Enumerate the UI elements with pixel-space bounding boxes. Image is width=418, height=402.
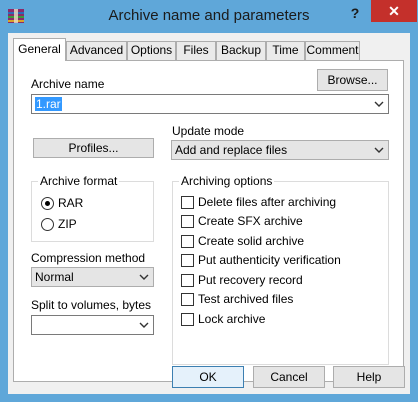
radio-selected-dot [45,201,50,206]
update-mode-label: Update mode [172,124,245,138]
general-tab-panel: Archive name Browse... 1.rar Profiles...… [13,60,404,382]
window-title: Archive name and parameters [108,7,310,24]
checkbox[interactable] [181,235,194,248]
title-bar[interactable]: Archive name and parameters ? ✕ [0,0,418,33]
tab-comment[interactable]: Comment [305,41,360,60]
tab-advanced[interactable]: Advanced [66,41,127,60]
tab-files[interactable]: Files [176,41,216,60]
checkbox[interactable] [181,274,194,287]
profiles-button[interactable]: Profiles... [33,138,154,158]
tab-options[interactable]: Options [127,41,176,60]
radio-zip-label[interactable]: ZIP [58,217,77,231]
checkbox[interactable] [181,313,194,326]
option-label: Test archived files [198,292,294,306]
split-volumes-label: Split to volumes, bytes [31,298,152,312]
radio-zip[interactable] [41,218,54,231]
checkbox[interactable] [181,215,194,228]
option-label: Put recovery record [198,273,303,287]
chevron-down-icon[interactable] [374,99,384,109]
chevron-down-icon[interactable] [374,145,384,155]
option-label: Delete files after archiving [198,195,337,209]
option-label: Put authenticity verification [198,253,341,267]
split-volumes-combobox[interactable] [31,315,154,335]
dialog-client-area: General Advanced Options Files Backup Ti… [8,33,410,394]
archive-name-value: 1.rar [35,97,62,111]
browse-button[interactable]: Browse... [317,69,388,91]
option-label: Create solid archive [198,234,305,248]
checkbox[interactable] [181,293,194,306]
winrar-app-icon [8,9,24,23]
checkbox[interactable] [181,196,194,209]
help-question-icon[interactable]: ? [344,3,366,23]
chevron-down-icon[interactable] [139,272,149,282]
archive-format-title: Archive format [38,174,120,188]
tab-backup[interactable]: Backup [216,41,266,60]
option-label: Lock archive [198,312,266,326]
update-mode-value: Add and replace files [175,143,288,157]
close-button[interactable]: ✕ [371,0,417,22]
archiving-options-group: Archiving options Delete files after arc… [172,174,389,365]
compression-method-select[interactable]: Normal [31,267,154,287]
radio-rar[interactable] [41,197,54,210]
compression-method-value: Normal [35,270,74,284]
archiving-options-title: Archiving options [179,174,275,188]
cancel-button[interactable]: Cancel [253,366,325,388]
compression-method-label: Compression method [31,251,146,265]
checkbox[interactable] [181,254,194,267]
update-mode-select[interactable]: Add and replace files [171,140,389,160]
help-button[interactable]: Help [333,366,405,388]
ok-button[interactable]: OK [172,366,244,388]
dialog-window: Archive name and parameters ? ✕ General … [0,0,418,402]
archive-name-label: Archive name [31,77,105,91]
tab-general[interactable]: General [13,38,66,61]
option-label: Create SFX archive [198,214,303,228]
archive-format-group: Archive format RAR ZIP [31,174,154,242]
chevron-down-icon[interactable] [139,320,149,330]
radio-rar-label[interactable]: RAR [58,196,83,210]
archive-name-combobox[interactable]: 1.rar [31,94,389,114]
tab-time[interactable]: Time [266,41,305,60]
